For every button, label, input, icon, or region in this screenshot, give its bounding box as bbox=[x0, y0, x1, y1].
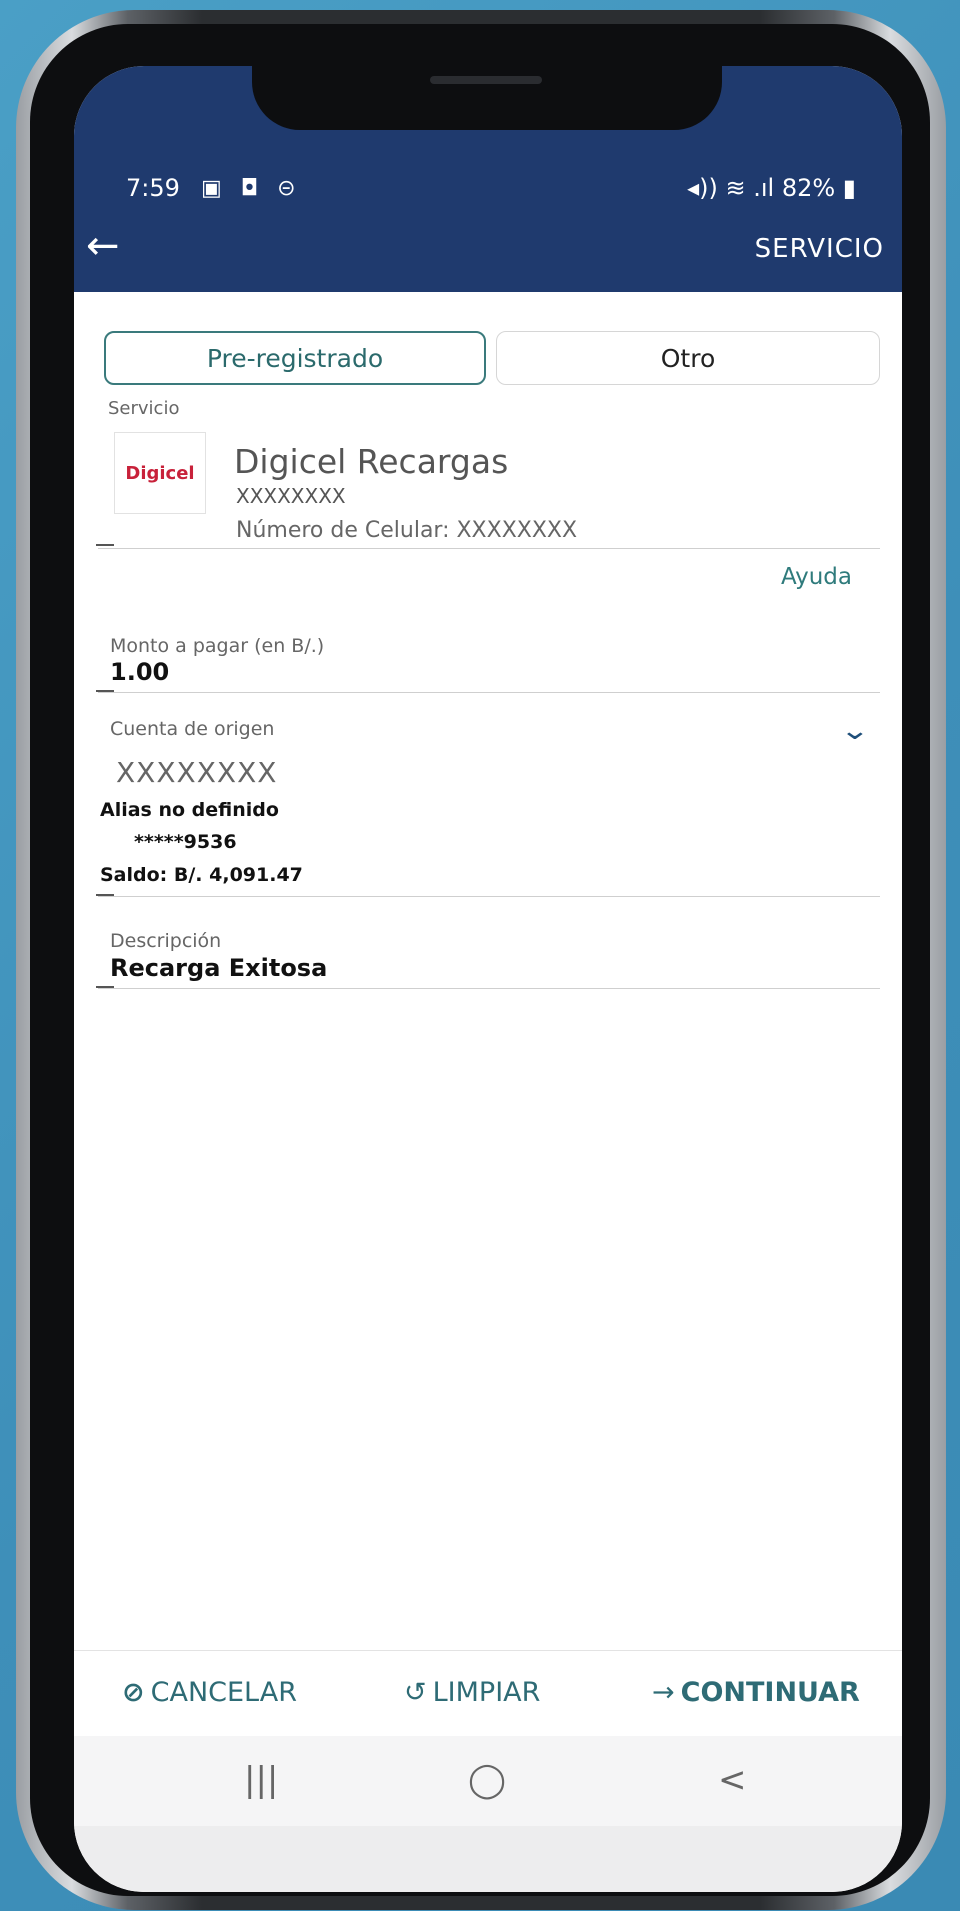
signal-icon: ◂)) ≋ .ıl bbox=[687, 174, 782, 202]
battery-status: ◂)) ≋ .ıl 82% ▮ bbox=[687, 174, 856, 202]
help-link[interactable]: Ayuda bbox=[781, 564, 852, 590]
description-input[interactable]: Recarga Exitosa bbox=[110, 954, 327, 982]
home-icon[interactable]: ◯ bbox=[468, 1760, 506, 1800]
system-nav-bar: ||| ◯ < bbox=[74, 1736, 902, 1826]
field-marker bbox=[96, 544, 114, 546]
account-masked-name: XXXXXXXX bbox=[116, 756, 278, 789]
clear-label: LIMPIAR bbox=[432, 1677, 541, 1708]
divider bbox=[98, 896, 880, 897]
service-masked-id: XXXXXXXX bbox=[236, 484, 346, 508]
amount-label: Monto a pagar (en B/.) bbox=[110, 635, 325, 657]
tab-pre-registrado[interactable]: Pre-registrado bbox=[104, 331, 486, 385]
service-phone-number: Número de Celular: XXXXXXXX bbox=[236, 518, 578, 543]
back-arrow-icon[interactable]: ← bbox=[86, 226, 120, 266]
speaker-grille bbox=[430, 76, 542, 84]
clear-button[interactable]: ↺ LIMPIAR bbox=[404, 1677, 540, 1708]
service-name: Digicel Recargas bbox=[234, 442, 509, 481]
service-section-label: Servicio bbox=[108, 398, 180, 419]
status-time: 7:59 bbox=[126, 174, 180, 202]
account-number: *****9536 bbox=[134, 831, 237, 853]
divider bbox=[98, 548, 880, 549]
cancel-label: CANCELAR bbox=[150, 1677, 297, 1708]
account-balance: Saldo: B/. 4,091.47 bbox=[100, 864, 303, 886]
divider bbox=[98, 692, 880, 693]
divider bbox=[98, 988, 880, 989]
chevron-down-icon[interactable]: ⌄ bbox=[840, 716, 871, 746]
phone-screen: 7:59 ▣ ◘ ⊝ ◂)) ≋ .ıl 82% ▮ ← SERVICIO Pr… bbox=[74, 66, 902, 1892]
continue-label: CONTINUAR bbox=[680, 1677, 860, 1708]
amount-input[interactable]: 1.00 bbox=[110, 658, 169, 686]
bottom-bezel-area bbox=[74, 1826, 902, 1892]
tab-otro[interactable]: Otro bbox=[496, 331, 880, 385]
description-label: Descripción bbox=[110, 930, 222, 952]
battery-icon: ▮ bbox=[835, 174, 856, 202]
arrow-right-icon: → bbox=[652, 1677, 675, 1708]
cancel-icon: ⊘ bbox=[122, 1677, 145, 1708]
page-title: SERVICIO bbox=[754, 234, 884, 264]
notification-icons: ▣ ◘ ⊝ bbox=[201, 176, 302, 201]
battery-percent: 82% bbox=[781, 174, 836, 202]
nav-back-icon[interactable]: < bbox=[718, 1760, 747, 1800]
cancel-button[interactable]: ⊘ CANCELAR bbox=[122, 1677, 297, 1708]
source-account-label: Cuenta de origen bbox=[110, 718, 275, 740]
account-alias: Alias no definido bbox=[100, 799, 279, 821]
continue-button[interactable]: → CONTINUAR bbox=[652, 1677, 860, 1708]
undo-icon: ↺ bbox=[404, 1677, 427, 1708]
recents-icon[interactable]: ||| bbox=[244, 1760, 278, 1800]
digicel-logo: Digicel bbox=[114, 432, 206, 514]
action-bar: ⊘ CANCELAR ↺ LIMPIAR → CONTINUAR bbox=[74, 1650, 902, 1737]
